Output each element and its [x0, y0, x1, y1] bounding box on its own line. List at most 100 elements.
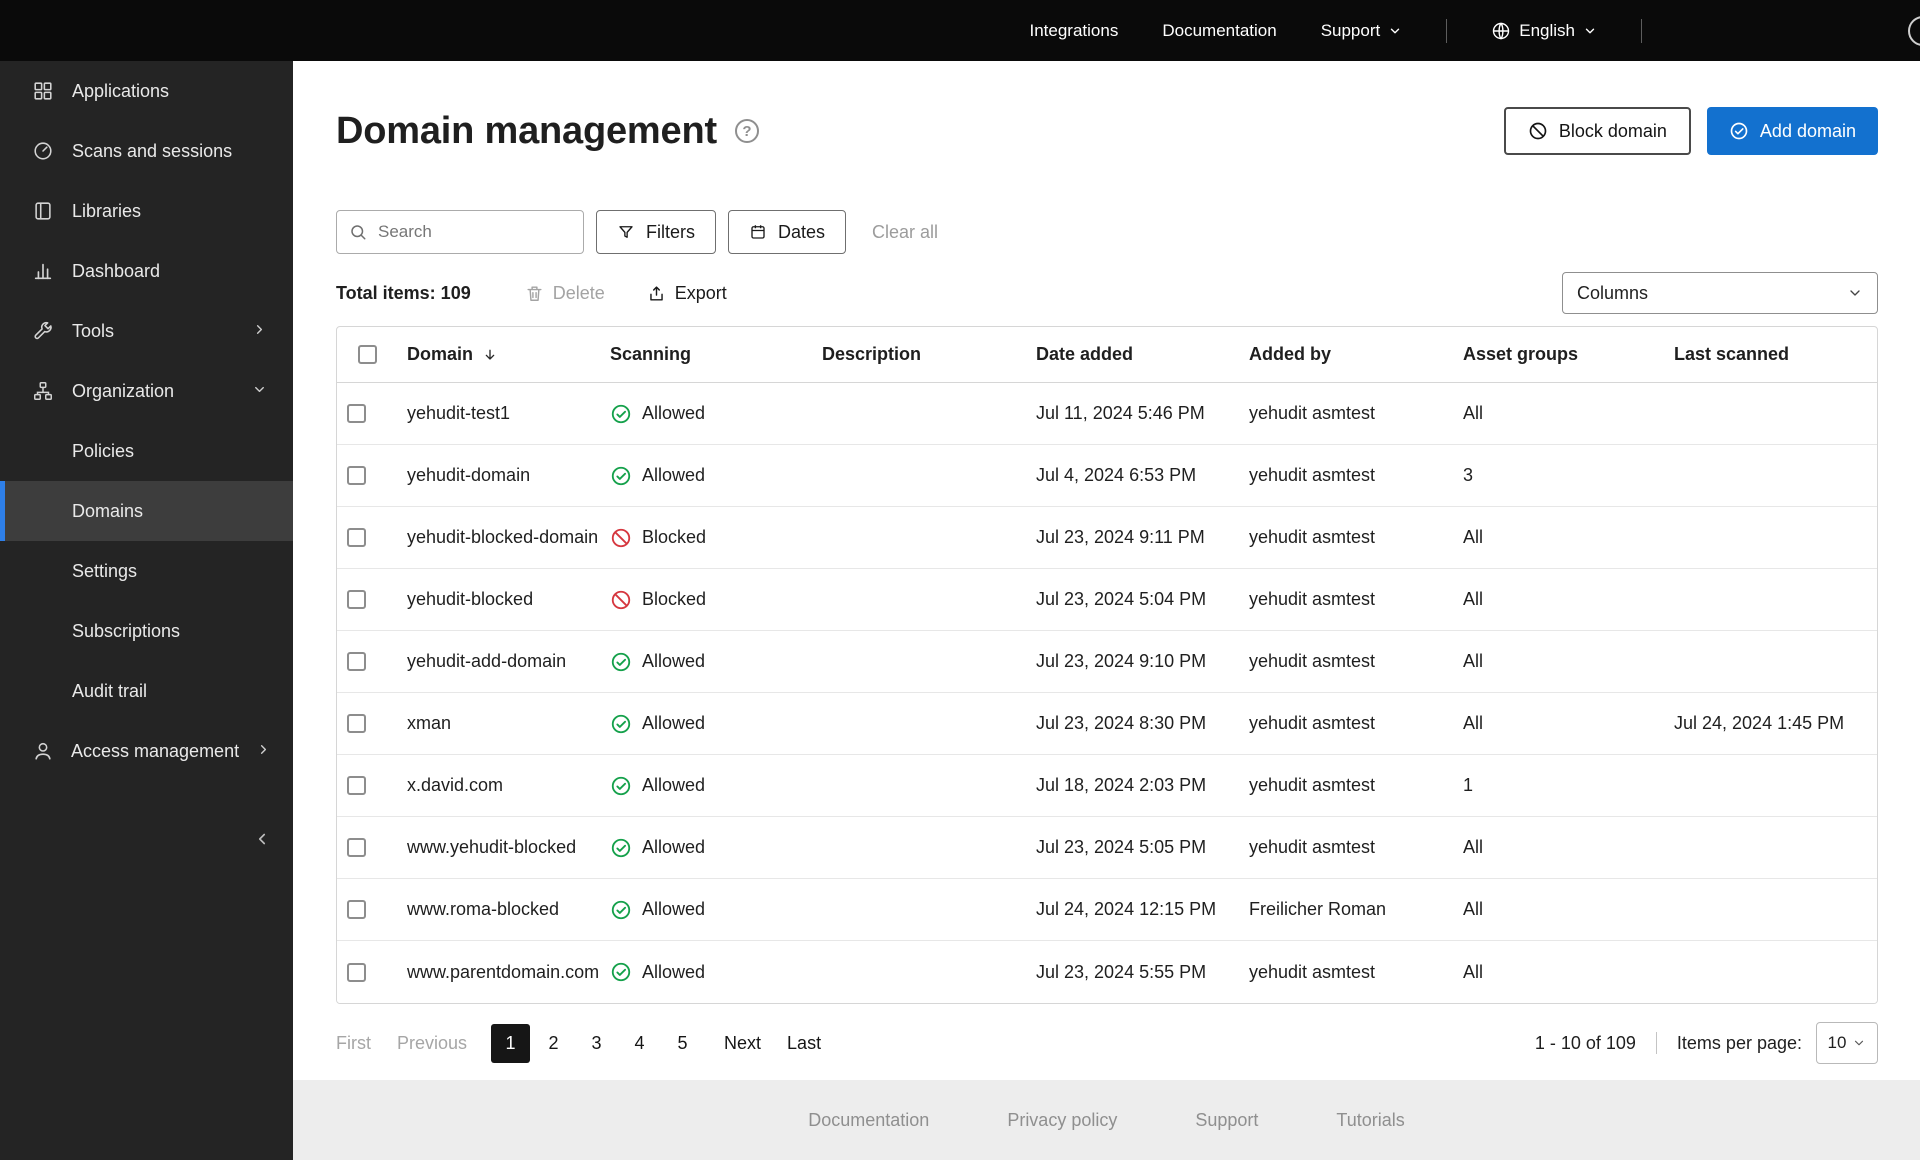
row-added-by: Freilicher Roman [1249, 899, 1387, 919]
dates-button[interactable]: Dates [728, 210, 847, 254]
clear-all-button[interactable]: Clear all [872, 222, 938, 243]
sidebar-item-label: Audit trail [72, 680, 148, 701]
pagination-last[interactable]: Last [787, 1033, 821, 1054]
search-box [336, 210, 584, 254]
delete-button[interactable]: Delete [525, 283, 605, 304]
row-scanning: Allowed [600, 465, 812, 487]
help-icon[interactable] [734, 119, 759, 143]
row-checkbox[interactable] [337, 652, 397, 671]
columns-dropdown[interactable]: Columns [1562, 272, 1878, 314]
add-domain-label: Add domain [1759, 120, 1856, 141]
sidebar-item-label: Scans and sessions [72, 140, 233, 161]
row-domain: yehudit-domain [407, 465, 531, 485]
row-date-added: Jul 23, 2024 8:30 PM [1036, 713, 1207, 733]
export-icon [647, 284, 666, 303]
allowed-check-icon [610, 713, 632, 735]
sidebar-item-libraries[interactable]: Libraries [0, 181, 293, 241]
footer-link-privacy-policy[interactable]: Privacy policy [1007, 1110, 1117, 1131]
allowed-check-icon [610, 775, 632, 797]
scanning-label: Allowed [642, 403, 706, 423]
row-checkbox[interactable] [337, 962, 397, 982]
table-header-row: Domain Scanning Description Date added A… [337, 327, 1877, 383]
row-checkbox[interactable] [337, 900, 397, 919]
items-per-page-value: 10 [1827, 1033, 1847, 1052]
row-checkbox[interactable] [337, 714, 397, 733]
topbar-support-menu[interactable]: Support [1321, 21, 1403, 41]
pagination-page-2[interactable]: 2 [534, 1024, 573, 1063]
column-header-scanning[interactable]: Scanning [600, 344, 812, 365]
sidebar-item-policies[interactable]: Policies [0, 421, 293, 481]
user-avatar[interactable] [1908, 16, 1920, 46]
items-per-page-select[interactable]: 10 [1816, 1022, 1878, 1064]
row-checkbox[interactable] [337, 776, 397, 795]
row-domain: www.roma-blocked [407, 899, 560, 919]
pagination-first[interactable]: First [336, 1033, 371, 1054]
language-selector[interactable]: English [1491, 21, 1597, 41]
sidebar-item-subscriptions[interactable]: Subscriptions [0, 601, 293, 661]
column-header-date-added[interactable]: Date added [1026, 344, 1239, 365]
sidebar-item-scans-and-sessions[interactable]: Scans and sessions [0, 121, 293, 181]
footer-link-support[interactable]: Support [1195, 1110, 1258, 1131]
delete-label: Delete [552, 282, 605, 303]
export-button[interactable]: Export [647, 283, 727, 304]
row-asset-groups: All [1463, 403, 1484, 423]
row-domain: yehudit-blocked [407, 589, 534, 609]
pagination-page-3[interactable]: 3 [577, 1024, 616, 1063]
scanning-label: Blocked [642, 589, 707, 609]
pagination-next[interactable]: Next [724, 1033, 761, 1054]
add-domain-button[interactable]: Add domain [1706, 107, 1878, 155]
table-row: www.yehudit-blocked Allowed Jul 23, 2024 5… [337, 817, 1877, 879]
column-header-domain[interactable]: Domain [397, 344, 600, 365]
topbar-link-integrations[interactable]: Integrations [1030, 21, 1119, 41]
sidebar-item-applications[interactable]: Applications [0, 61, 293, 121]
scanning-label: Allowed [642, 465, 706, 485]
row-checkbox[interactable] [337, 528, 397, 547]
row-added-by: yehudit asmtest [1249, 837, 1376, 857]
select-all-checkbox[interactable] [337, 345, 397, 364]
row-asset-groups: All [1463, 713, 1484, 733]
pagination-page-1[interactable]: 1 [491, 1023, 531, 1063]
sidebar-item-organization[interactable]: Organization [0, 361, 293, 421]
sidebar-item-tools[interactable]: Tools [0, 301, 293, 361]
column-label: Date added [1036, 344, 1134, 364]
sidebar-item-label: Policies [72, 440, 135, 461]
column-header-asset-groups[interactable]: Asset groups [1453, 344, 1664, 365]
row-added-by: yehudit asmtest [1249, 651, 1376, 671]
row-scanning: Blocked [600, 527, 812, 549]
sidebar-item-audit-trail[interactable]: Audit trail [0, 661, 293, 721]
row-scanning: Allowed [600, 837, 812, 859]
support-label: Support [1320, 20, 1381, 40]
filters-label: Filters [646, 221, 695, 242]
globe-icon [1491, 21, 1511, 41]
sort-descending-icon[interactable] [482, 347, 498, 363]
row-domain: www.parentdomain.com [407, 961, 600, 982]
sidebar-item-access-management[interactable]: Access management [0, 721, 293, 781]
column-header-added-by[interactable]: Added by [1239, 344, 1453, 365]
search-input[interactable] [376, 221, 571, 243]
footer-link-tutorials[interactable]: Tutorials [1336, 1110, 1404, 1131]
block-domain-button[interactable]: Block domain [1503, 107, 1691, 155]
sidebar-item-settings[interactable]: Settings [0, 541, 293, 601]
topbar-link-documentation[interactable]: Documentation [1162, 21, 1276, 41]
row-date-added: Jul 18, 2024 2:03 PM [1036, 775, 1207, 795]
filters-button[interactable]: Filters [596, 210, 716, 254]
row-added-by: yehudit asmtest [1249, 527, 1376, 547]
column-header-last-scanned[interactable]: Last scanned [1664, 344, 1877, 365]
row-checkbox[interactable] [337, 590, 397, 609]
row-checkbox[interactable] [337, 466, 397, 485]
pagination-page-4[interactable]: 4 [620, 1024, 659, 1063]
sidebar-item-dashboard[interactable]: Dashboard [0, 241, 293, 301]
column-header-description[interactable]: Description [812, 344, 1026, 365]
footer-link-documentation[interactable]: Documentation [808, 1110, 929, 1131]
divider [1655, 1032, 1657, 1054]
dates-label: Dates [778, 221, 826, 242]
row-added-by: yehudit asmtest [1249, 961, 1376, 982]
blocked-slash-icon [610, 527, 632, 549]
pagination-page-5[interactable]: 5 [663, 1024, 702, 1063]
domains-table: Domain Scanning Description Date added A… [336, 326, 1878, 1004]
sidebar-item-domains[interactable]: Domains [0, 481, 293, 541]
pagination-previous[interactable]: Previous [397, 1033, 467, 1054]
row-checkbox[interactable] [337, 838, 397, 857]
sidebar-collapse-button[interactable] [244, 821, 280, 857]
row-checkbox[interactable] [337, 404, 397, 423]
